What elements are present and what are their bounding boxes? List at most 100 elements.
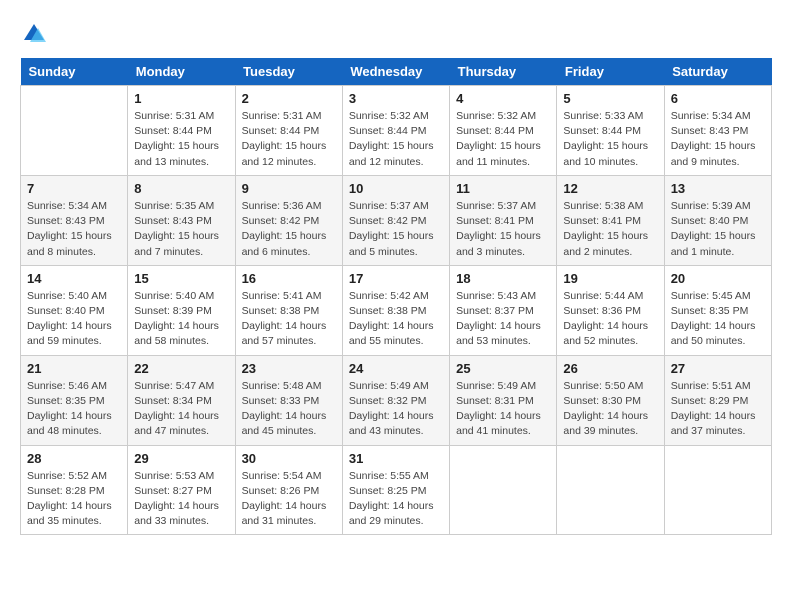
day-number: 30 [242,451,336,466]
calendar-cell: 17Sunrise: 5:42 AMSunset: 8:38 PMDayligh… [342,265,449,355]
day-number: 9 [242,181,336,196]
day-number: 15 [134,271,228,286]
day-info: Sunrise: 5:34 AMSunset: 8:43 PMDaylight:… [671,109,765,170]
day-info: Sunrise: 5:50 AMSunset: 8:30 PMDaylight:… [563,379,657,440]
calendar-cell [664,445,771,535]
day-number: 11 [456,181,550,196]
day-number: 1 [134,91,228,106]
day-number: 24 [349,361,443,376]
calendar-cell: 13 Sunrise: 5:39 AMSunset: 8:40 PMDayligh… [664,175,771,265]
day-info: Sunrise: 5:38 AMSunset: 8:41 PMDaylight:… [563,199,657,260]
day-number: 29 [134,451,228,466]
calendar-cell: 5 Sunrise: 5:33 AMSunset: 8:44 PMDaylight… [557,86,664,176]
day-number: 31 [349,451,443,466]
day-number: 13 [671,181,765,196]
calendar-cell: 22 Sunrise: 5:47 AMSunset: 8:34 PMDayligh… [128,355,235,445]
day-info: Sunrise: 5:53 AMSunset: 8:27 PMDaylight:… [134,469,228,530]
day-number: 16 [242,271,336,286]
day-number: 23 [242,361,336,376]
calendar-cell: 6 Sunrise: 5:34 AMSunset: 8:43 PMDaylight… [664,86,771,176]
calendar-cell [557,445,664,535]
calendar-cell: 1 Sunrise: 5:31 AMSunset: 8:44 PMDaylight… [128,86,235,176]
calendar-cell: 28 Sunrise: 5:52 AMSunset: 8:28 PMDayligh… [21,445,128,535]
day-info: Sunrise: 5:37 AMSunset: 8:42 PMDaylight:… [349,199,443,260]
day-info: Sunrise: 5:37 AMSunset: 8:41 PMDaylight:… [456,199,550,260]
day-info: Sunrise: 5:54 AMSunset: 8:26 PMDaylight:… [242,469,336,530]
day-number: 4 [456,91,550,106]
calendar-cell: 8 Sunrise: 5:35 AMSunset: 8:43 PMDaylight… [128,175,235,265]
day-info: Sunrise: 5:52 AMSunset: 8:28 PMDaylight:… [27,469,121,530]
header-cell-wednesday: Wednesday [342,58,449,86]
page-header [20,20,772,48]
day-info: Sunrise: 5:40 AMSunset: 8:39 PMDaylight:… [134,289,228,350]
header-row: SundayMondayTuesdayWednesdayThursdayFrid… [21,58,772,86]
day-number: 21 [27,361,121,376]
day-number: 18 [456,271,550,286]
calendar-cell: 20 Sunrise: 5:45 AMSunset: 8:35 PMDayligh… [664,265,771,355]
calendar-cell: 4 Sunrise: 5:32 AMSunset: 8:44 PMDaylight… [450,86,557,176]
calendar-cell: 23 Sunrise: 5:48 AMSunset: 8:33 PMDayligh… [235,355,342,445]
day-info: Sunrise: 5:32 AMSunset: 8:44 PMDaylight:… [456,109,550,170]
day-info: Sunrise: 5:39 AMSunset: 8:40 PMDaylight:… [671,199,765,260]
calendar-cell: 25 Sunrise: 5:49 AMSunset: 8:31 PMDayligh… [450,355,557,445]
day-info: Sunrise: 5:43 AMSunset: 8:37 PMDaylight:… [456,289,550,350]
day-info: Sunrise: 5:48 AMSunset: 8:33 PMDaylight:… [242,379,336,440]
day-info: Sunrise: 5:32 AMSunset: 8:44 PMDaylight:… [349,109,443,170]
day-info: Sunrise: 5:55 AMSunset: 8:25 PMDaylight:… [349,469,443,530]
day-info: Sunrise: 5:33 AMSunset: 8:44 PMDaylight:… [563,109,657,170]
calendar-cell: 21 Sunrise: 5:46 AMSunset: 8:35 PMDayligh… [21,355,128,445]
calendar-cell: 31 Sunrise: 5:55 AMSunset: 8:25 PMDayligh… [342,445,449,535]
week-row: 21 Sunrise: 5:46 AMSunset: 8:35 PMDayligh… [21,355,772,445]
day-number: 26 [563,361,657,376]
calendar-cell: 2Sunrise: 5:31 AMSunset: 8:44 PMDaylight… [235,86,342,176]
calendar-cell: 10 Sunrise: 5:37 AMSunset: 8:42 PMDayligh… [342,175,449,265]
day-info: Sunrise: 5:42 AMSunset: 8:38 PMDaylight:… [349,289,443,350]
calendar-cell: 11 Sunrise: 5:37 AMSunset: 8:41 PMDayligh… [450,175,557,265]
day-info: Sunrise: 5:31 AMSunset: 8:44 PMDaylight:… [242,109,336,170]
day-number: 10 [349,181,443,196]
day-info: Sunrise: 5:51 AMSunset: 8:29 PMDaylight:… [671,379,765,440]
day-info: Sunrise: 5:34 AMSunset: 8:43 PMDaylight:… [27,199,121,260]
day-info: Sunrise: 5:47 AMSunset: 8:34 PMDaylight:… [134,379,228,440]
calendar-cell: 29 Sunrise: 5:53 AMSunset: 8:27 PMDayligh… [128,445,235,535]
week-row: 7 Sunrise: 5:34 AMSunset: 8:43 PMDaylight… [21,175,772,265]
calendar-cell: 18 Sunrise: 5:43 AMSunset: 8:37 PMDayligh… [450,265,557,355]
day-info: Sunrise: 5:35 AMSunset: 8:43 PMDaylight:… [134,199,228,260]
calendar-table: SundayMondayTuesdayWednesdayThursdayFrid… [20,58,772,535]
day-number: 20 [671,271,765,286]
week-row: 14 Sunrise: 5:40 AMSunset: 8:40 PMDayligh… [21,265,772,355]
day-info: Sunrise: 5:45 AMSunset: 8:35 PMDaylight:… [671,289,765,350]
header-cell-sunday: Sunday [21,58,128,86]
week-row: 1 Sunrise: 5:31 AMSunset: 8:44 PMDaylight… [21,86,772,176]
calendar-cell: 16 Sunrise: 5:41 AMSunset: 8:38 PMDayligh… [235,265,342,355]
day-number: 25 [456,361,550,376]
day-info: Sunrise: 5:31 AMSunset: 8:44 PMDaylight:… [134,109,228,170]
calendar-cell: 26 Sunrise: 5:50 AMSunset: 8:30 PMDayligh… [557,355,664,445]
calendar-cell: 24Sunrise: 5:49 AMSunset: 8:32 PMDayligh… [342,355,449,445]
calendar-cell: 14 Sunrise: 5:40 AMSunset: 8:40 PMDayligh… [21,265,128,355]
calendar-cell: 7 Sunrise: 5:34 AMSunset: 8:43 PMDaylight… [21,175,128,265]
header-cell-saturday: Saturday [664,58,771,86]
day-number: 27 [671,361,765,376]
week-row: 28 Sunrise: 5:52 AMSunset: 8:28 PMDayligh… [21,445,772,535]
day-number: 5 [563,91,657,106]
day-info: Sunrise: 5:40 AMSunset: 8:40 PMDaylight:… [27,289,121,350]
day-info: Sunrise: 5:36 AMSunset: 8:42 PMDaylight:… [242,199,336,260]
header-cell-friday: Friday [557,58,664,86]
day-number: 7 [27,181,121,196]
day-number: 14 [27,271,121,286]
calendar-header: SundayMondayTuesdayWednesdayThursdayFrid… [21,58,772,86]
calendar-cell [450,445,557,535]
day-info: Sunrise: 5:41 AMSunset: 8:38 PMDaylight:… [242,289,336,350]
calendar-cell: 27 Sunrise: 5:51 AMSunset: 8:29 PMDayligh… [664,355,771,445]
day-number: 28 [27,451,121,466]
calendar-cell: 15 Sunrise: 5:40 AMSunset: 8:39 PMDayligh… [128,265,235,355]
day-number: 6 [671,91,765,106]
logo [20,20,52,48]
day-number: 8 [134,181,228,196]
day-info: Sunrise: 5:49 AMSunset: 8:31 PMDaylight:… [456,379,550,440]
header-cell-thursday: Thursday [450,58,557,86]
header-cell-tuesday: Tuesday [235,58,342,86]
day-number: 22 [134,361,228,376]
day-info: Sunrise: 5:46 AMSunset: 8:35 PMDaylight:… [27,379,121,440]
